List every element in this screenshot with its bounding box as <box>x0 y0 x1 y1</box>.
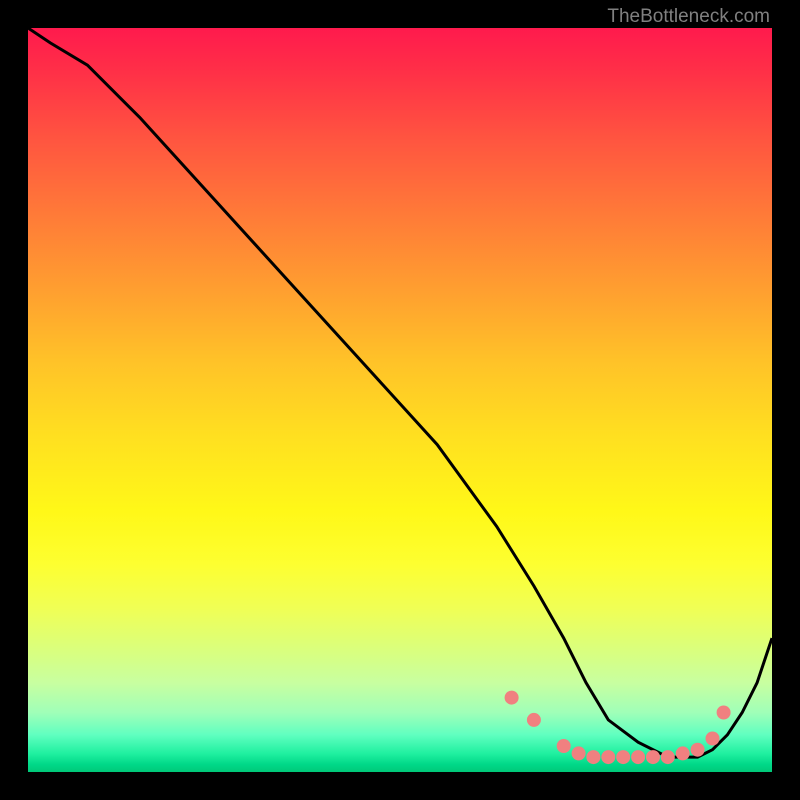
marker-dot <box>505 691 519 705</box>
bottleneck-curve <box>28 28 772 757</box>
marker-dot <box>527 713 541 727</box>
marker-dot <box>661 750 675 764</box>
marker-dot <box>586 750 600 764</box>
marker-dot <box>646 750 660 764</box>
marker-dot <box>631 750 645 764</box>
marker-dot <box>691 743 705 757</box>
watermark-text: TheBottleneck.com <box>607 6 770 28</box>
marker-dot <box>557 739 571 753</box>
marker-dot <box>601 750 615 764</box>
plot-area <box>28 28 772 772</box>
chart-container: TheBottleneck.com <box>0 0 800 800</box>
marker-dot <box>616 750 630 764</box>
marker-dot <box>717 706 731 720</box>
marker-dot <box>572 746 586 760</box>
marker-dot <box>706 732 720 746</box>
curve-svg <box>28 28 772 772</box>
marker-dot <box>676 746 690 760</box>
